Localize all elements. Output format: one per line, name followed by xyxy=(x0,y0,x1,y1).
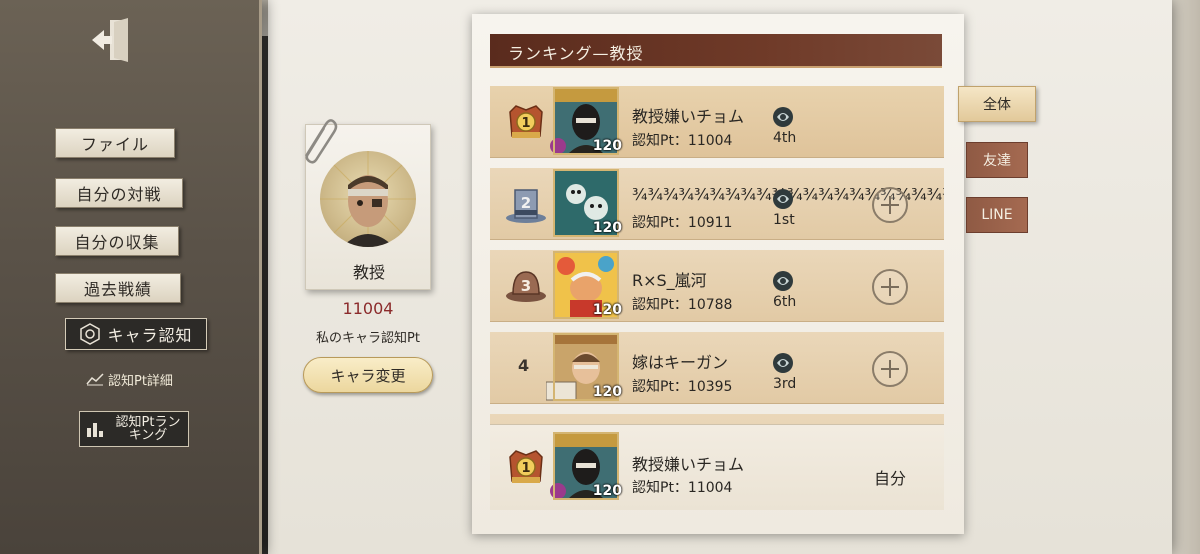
bowler-hat-rank-icon: 3 xyxy=(504,264,548,308)
tier-rank: 1st xyxy=(773,212,795,228)
player-level: 120 xyxy=(592,220,622,236)
sidebar: ファイル 自分の対戦 自分の収集 過去戦績 キャラ認知 認知Pt詳細 認知Ptラ… xyxy=(0,0,262,554)
sidebar-item-past-record[interactable]: 過去戦績 xyxy=(55,273,181,303)
emblem-icon xyxy=(80,323,101,345)
tier-icon xyxy=(772,270,794,292)
ranking-row-partial xyxy=(490,414,944,424)
add-friend-button[interactable] xyxy=(872,187,908,223)
player-name: R×S_嵐河 xyxy=(632,271,707,290)
character-portrait xyxy=(320,151,416,247)
rank-number: 2 xyxy=(521,194,531,212)
sidebar-sub-pt-detail[interactable]: 認知Pt詳細 xyxy=(86,370,173,389)
character-points-label: 私のキャラ認知Pt xyxy=(316,331,420,346)
chart-line-icon xyxy=(86,373,104,386)
player-name: 教授嫌いチョム xyxy=(632,455,745,474)
player-level: 120 xyxy=(592,302,622,318)
ranking-button-label: 認知Ptラン キング xyxy=(108,416,188,442)
sidebar-item-label: キャラ認知 xyxy=(107,326,193,345)
sidebar-item-file[interactable]: ファイル xyxy=(55,128,175,158)
sidebar-ranking-button[interactable]: 認知Ptラン キング xyxy=(79,411,189,447)
tier-rank: 6th xyxy=(773,294,797,310)
player-points: 認知Pt：10788 xyxy=(632,297,733,313)
ranking-list[interactable]: 1 120 教授嫌いチョム 認知Pt：11004 4th 2 120 認知Pt：… xyxy=(490,86,944,424)
ranking-label-line2: キング xyxy=(128,428,168,443)
my-ranking-row: 1 120 教授嫌いチョム 認知Pt：11004 自分 xyxy=(490,424,944,510)
tab-friends[interactable]: 友達 xyxy=(966,142,1028,178)
player-level: 120 xyxy=(592,384,622,400)
ranking-title-bar: ランキング—教授 xyxy=(490,34,942,68)
player-name: 嫁はキーガン xyxy=(632,353,729,372)
player-avatar: 120 xyxy=(546,431,624,503)
rank-number: 1 xyxy=(521,461,530,476)
exit-icon[interactable] xyxy=(88,14,140,66)
player-points: 認知Pt：11004 xyxy=(632,480,733,496)
sidebar-item-my-matches[interactable]: 自分の対戦 xyxy=(55,178,183,208)
tier-rank: 4th xyxy=(773,130,797,146)
player-points: 認知Pt：10395 xyxy=(632,379,733,395)
rank-number: 1 xyxy=(521,116,530,131)
tophat-rank-icon: 2 xyxy=(504,182,548,226)
tab-all[interactable]: 全体 xyxy=(958,86,1036,122)
rank-number: 4 xyxy=(518,356,530,375)
character-points: 11004 xyxy=(342,299,394,318)
ranking-title: ランキング—教授 xyxy=(508,44,644,63)
ranking-row[interactable]: 4 120 嫁はキーガン 認知Pt：10395 3rd xyxy=(490,332,944,404)
bar-chart-icon xyxy=(87,423,103,437)
player-points: 認知Pt：10911 xyxy=(632,215,733,231)
player-name: 教授嫌いチョム xyxy=(632,107,745,126)
sidebar-item-character-recognition[interactable]: キャラ認知 xyxy=(65,318,207,350)
player-avatar[interactable]: 120 xyxy=(545,332,624,404)
player-level: 120 xyxy=(592,483,622,499)
player-level: 120 xyxy=(592,138,622,154)
player-avatar[interactable]: 120 xyxy=(546,250,624,322)
player-avatar[interactable]: 120 xyxy=(546,86,624,158)
rank-number: 3 xyxy=(521,277,531,295)
tier-rank: 3rd xyxy=(773,376,797,392)
change-character-button[interactable]: キャラ変更 xyxy=(303,357,433,393)
paperclip-icon xyxy=(292,116,340,164)
ranking-row[interactable]: 1 120 教授嫌いチョム 認知Pt：11004 4th xyxy=(490,86,944,158)
crown-rank-icon: 1 xyxy=(504,445,548,489)
tier-icon xyxy=(772,188,794,210)
tier-icon xyxy=(772,352,794,374)
ranking-row[interactable]: 2 120 ¾¾¾¾¾¾¾¾¾¾¾¾¾¾¾¾¾¾¾¾¾ 認知Pt：10911 1… xyxy=(490,168,944,240)
tab-line[interactable]: LINE xyxy=(966,197,1028,233)
ranking-row[interactable]: 3 120 R×S_嵐河 認知Pt：10788 6th xyxy=(490,250,944,322)
add-friend-button[interactable] xyxy=(872,351,908,387)
paper-right-edge xyxy=(1168,0,1200,554)
self-label: 自分 xyxy=(874,469,907,488)
player-points: 認知Pt：11004 xyxy=(632,133,733,149)
character-name: 教授 xyxy=(352,263,385,282)
add-friend-button[interactable] xyxy=(872,269,908,305)
tier-icon xyxy=(772,106,794,128)
sidebar-sub-label: 認知Pt詳細 xyxy=(108,373,173,389)
crown-rank-icon: 1 xyxy=(504,100,548,144)
sidebar-item-my-collection[interactable]: 自分の収集 xyxy=(55,226,179,256)
player-avatar[interactable]: 120 xyxy=(546,168,624,240)
